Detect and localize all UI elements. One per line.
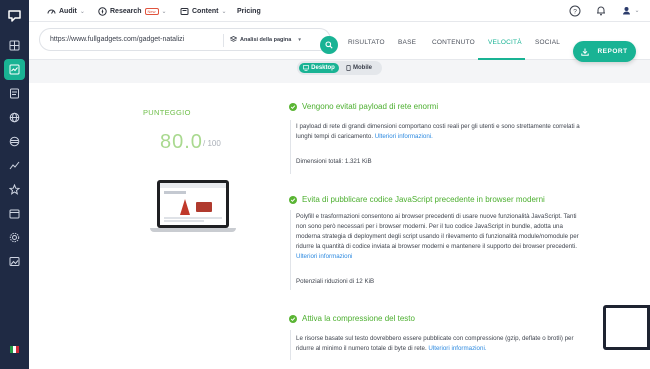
tab-base[interactable]: BASE: [398, 39, 416, 46]
analysis-type-select[interactable]: Analisi della pagina ▾: [230, 36, 301, 43]
desktop-icon: [303, 65, 310, 71]
score-label: PUNTEGGIO: [143, 108, 191, 117]
audit-title-compression[interactable]: Attiva la compressione del testo: [289, 314, 415, 323]
active-tab-indicator: [478, 58, 525, 60]
audit-title-text: Attiva la compressione del testo: [302, 314, 415, 323]
rank-tracker-icon[interactable]: [7, 158, 22, 173]
help-icon[interactable]: ?: [568, 4, 581, 17]
tab-social[interactable]: SOCIAL: [535, 39, 560, 46]
chevron-down-icon: ⌄: [161, 9, 167, 15]
sidebar: [0, 0, 29, 369]
account-menu[interactable]: ⌄: [620, 4, 642, 17]
desktop-toggle-option[interactable]: Desktop: [299, 63, 339, 73]
chevron-down-icon: ⌄: [221, 9, 227, 15]
content-icon: [180, 8, 189, 15]
search-icon: [325, 41, 333, 49]
mobile-icon: [346, 65, 351, 71]
image-icon[interactable]: [7, 254, 22, 269]
audit-title-legacy-js[interactable]: Evita di pubblicare codice JavaScript pr…: [289, 195, 545, 204]
check-icon: [289, 102, 297, 111]
download-icon: [581, 48, 590, 56]
score-max: / 100: [203, 139, 221, 148]
audit-description: I payload di rete di grandi dimensioni c…: [296, 122, 588, 142]
star-icon[interactable]: [7, 182, 22, 197]
page-preview-thumbnail[interactable]: [603, 305, 650, 350]
tab-risultato[interactable]: RISULTATO: [348, 39, 385, 46]
reports-icon[interactable]: [7, 86, 22, 101]
language-flag-icon[interactable]: [10, 346, 19, 353]
report-button-label: REPORT: [597, 48, 628, 55]
nav-audit-label: Audit: [59, 8, 77, 15]
desktop-preview-image: [150, 180, 236, 236]
seo-audit-icon[interactable]: [4, 59, 25, 80]
audit-title-text: Vengono evitati payload di rete enormi: [302, 102, 439, 111]
more-info-link[interactable]: Ulteriori informazioni.: [428, 345, 486, 352]
audit-description-text: I payload di rete di grandi dimensioni c…: [296, 123, 580, 140]
compass-icon: [98, 7, 107, 16]
more-info-link[interactable]: Ulteriori informazioni: [296, 253, 352, 260]
audit-meta: Potenziali riduzioni di 12 KiB: [296, 278, 375, 285]
caret-down-icon: ▾: [298, 36, 301, 43]
calendar-icon[interactable]: [7, 206, 22, 221]
desktop-label: Desktop: [311, 65, 335, 71]
chevron-down-icon: ⌄: [634, 8, 640, 14]
nav-pricing[interactable]: Pricing: [237, 6, 261, 17]
audit-description: Polyfill e trasformazioni consentono ai …: [296, 212, 588, 262]
audit-description: Le risorse basate sul testo dovrebbero e…: [296, 334, 588, 354]
keywords-icon[interactable]: [7, 134, 22, 149]
top-navigation: Audit ⌄ Research New ⌄ Content ⌄ Pricing…: [29, 0, 650, 22]
nav-content[interactable]: Content ⌄: [180, 6, 226, 17]
nav-content-label: Content: [192, 8, 219, 15]
nav-audit[interactable]: Audit ⌄: [47, 6, 85, 17]
report-button[interactable]: REPORT: [573, 41, 636, 62]
bell-icon[interactable]: [594, 4, 607, 17]
tab-contenuto[interactable]: CONTENUTO: [432, 39, 475, 46]
divider: [290, 210, 291, 290]
audit-title-payload[interactable]: Vengono evitati payload di rete enormi: [289, 102, 438, 111]
analysis-type-label: Analisi della pagina: [240, 36, 292, 43]
search-button[interactable]: [320, 36, 338, 54]
nav-research-label: Research: [110, 8, 142, 15]
user-avatar-icon: [623, 7, 631, 15]
app-logo-icon[interactable]: [7, 8, 22, 23]
globe-icon[interactable]: [7, 110, 22, 125]
url-search-field[interactable]: https://www.fullgadgets.com/gadget-natal…: [39, 28, 338, 54]
mobile-label: Mobile: [353, 65, 372, 71]
score-value: 80.0: [160, 131, 203, 153]
device-toggle: Desktop Mobile: [297, 61, 382, 75]
audit-title-text: Evita di pubblicare codice JavaScript pr…: [302, 195, 545, 204]
analysis-header: https://www.fullgadgets.com/gadget-natal…: [29, 22, 650, 62]
nav-research[interactable]: Research New ⌄: [98, 6, 167, 17]
url-input[interactable]: https://www.fullgadgets.com/gadget-natal…: [50, 36, 184, 43]
check-icon: [289, 195, 297, 204]
new-badge: New: [144, 8, 159, 15]
divider: [290, 120, 291, 174]
nav-pricing-label: Pricing: [237, 8, 261, 15]
audit-description-text: Polyfill e trasformazioni consentono ai …: [296, 213, 579, 250]
audit-meta: Dimensioni totali: 1.321 KiB: [296, 158, 372, 165]
tab-velocita[interactable]: VELOCITÀ: [488, 39, 522, 46]
more-info-link[interactable]: Ulteriori informazioni.: [375, 133, 433, 140]
settings-icon[interactable]: [7, 230, 22, 245]
divider: [290, 330, 291, 360]
divider: [223, 34, 224, 47]
mobile-toggle-option[interactable]: Mobile: [346, 63, 372, 73]
layers-icon: [230, 36, 237, 42]
gauge-icon: [47, 9, 56, 14]
chevron-down-icon: ⌄: [79, 9, 85, 15]
check-icon: [289, 314, 297, 323]
dashboard-icon[interactable]: [7, 38, 22, 53]
svg-text:?: ?: [573, 8, 577, 15]
